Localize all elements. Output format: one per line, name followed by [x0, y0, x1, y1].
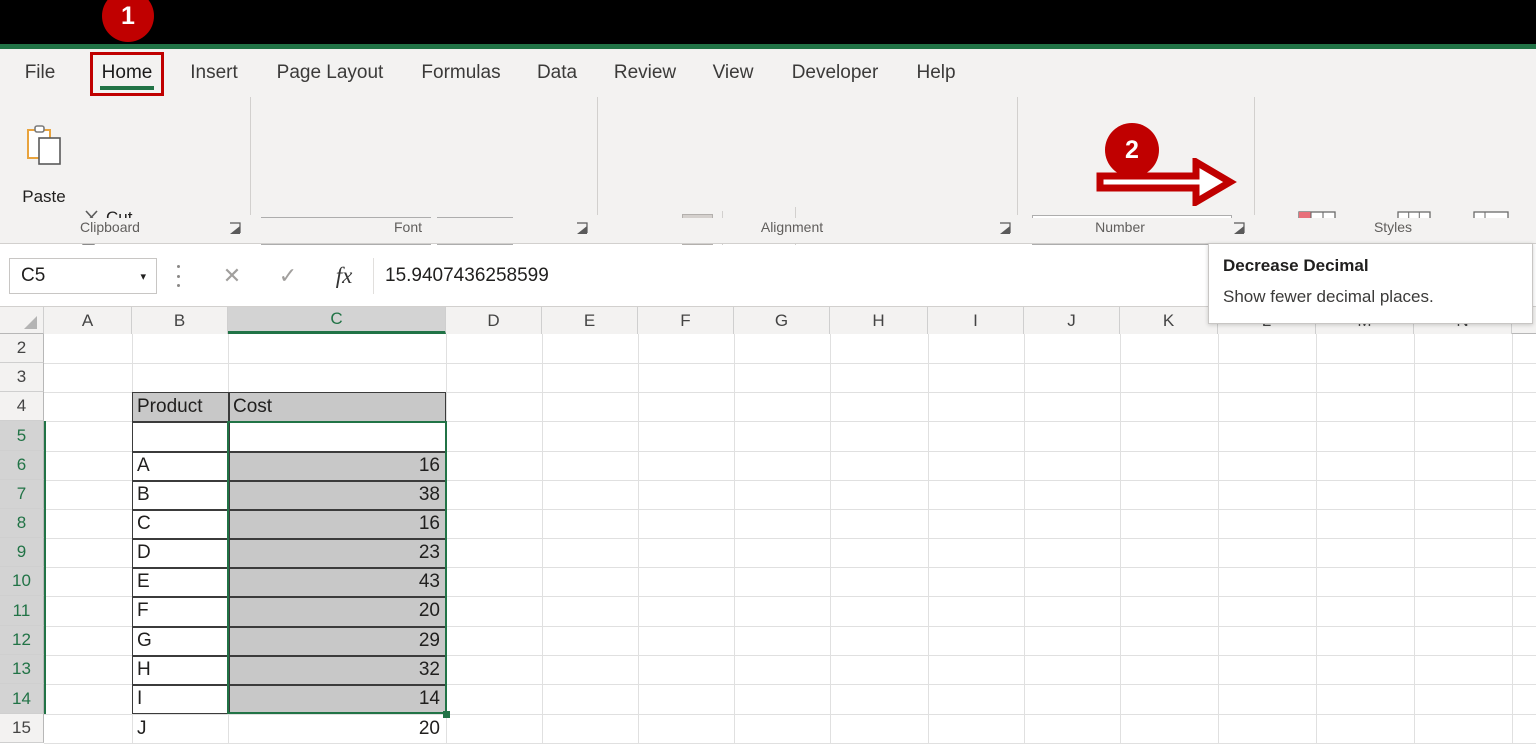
row-header-11[interactable]: 11	[0, 596, 44, 626]
ribbon-tab-review[interactable]: Review	[604, 49, 686, 97]
fill-handle[interactable]	[443, 711, 450, 718]
ribbon-tab-label: Developer	[791, 62, 879, 83]
annotation-badge-2: 2	[1105, 123, 1159, 177]
annotation-badge-2-text: 2	[1125, 135, 1139, 164]
row-header-9[interactable]: 9	[0, 538, 44, 567]
ribbon-group-label-font: Font	[393, 219, 422, 235]
ribbon-tab-formulas[interactable]: Formulas	[412, 49, 510, 97]
ribbon-tab-data[interactable]: Data	[528, 49, 586, 97]
cell-C15[interactable]: 20	[228, 714, 446, 743]
dialog-launcher-clipboard[interactable]	[228, 222, 242, 236]
dialog-launcher-font[interactable]	[575, 222, 589, 236]
enter-button[interactable]: ✓	[260, 263, 316, 289]
table-inner-horizontal-border	[132, 421, 446, 423]
worksheet-grid[interactable]: ABCDEFGHIJKLMN 23456789101112131415 Prod…	[0, 307, 1536, 744]
tooltip-description: Show fewer decimal places.	[1223, 287, 1434, 306]
ribbon-tab-label: File	[24, 62, 56, 83]
ribbon-tab-insert[interactable]: Insert	[182, 49, 246, 97]
paste-text: Paste	[22, 187, 66, 206]
table-inner-horizontal-border	[132, 567, 446, 569]
table-outer-border	[132, 392, 446, 714]
table-inner-horizontal-border	[132, 626, 446, 628]
formula-value: 15.9407436258599	[385, 265, 549, 286]
ribbon-tab-label: Review	[613, 62, 677, 83]
ribbon-tab-label: View	[712, 62, 754, 83]
paste-icon	[27, 125, 61, 165]
selected-rows-edge	[44, 421, 46, 714]
chevron-down-icon[interactable]: ▾	[140, 270, 156, 283]
dialog-launcher-alignment[interactable]	[998, 222, 1012, 236]
table-inner-horizontal-border	[132, 655, 446, 657]
table-inner-horizontal-border	[132, 480, 446, 482]
ribbon-group-label-clipboard: Clipboard	[80, 219, 140, 235]
excel-window: File Home Insert Page Layout Formulas Data Rev…	[0, 0, 1536, 744]
column-header-H[interactable]: H	[830, 307, 928, 334]
name-box-value: C5	[21, 265, 46, 286]
column-header-F[interactable]: F	[638, 307, 734, 334]
row-header-10[interactable]: 10	[0, 567, 44, 596]
annotation-badge-1-text: 1	[121, 1, 135, 30]
ribbon-tab-view[interactable]: View	[704, 49, 762, 97]
ribbon-tab-page-layout[interactable]: Page Layout	[264, 49, 396, 97]
ribbon-tab-label: Formulas	[421, 62, 501, 83]
ribbon-tab-label: Insert	[190, 62, 238, 83]
ribbon-group-label-alignment: Alignment	[760, 219, 824, 235]
row-header-13[interactable]: 13	[0, 655, 44, 684]
column-header-G[interactable]: G	[734, 307, 830, 334]
ribbon-content: Paste ⌄ Cut Copy ⌄	[0, 97, 1536, 299]
name-box[interactable]: C5 ▾	[9, 258, 157, 294]
ribbon-tab-file[interactable]: File	[16, 49, 64, 97]
column-header-I[interactable]: I	[928, 307, 1024, 334]
row-header-14[interactable]: 14	[0, 684, 44, 714]
column-header-E[interactable]: E	[542, 307, 638, 334]
row-header-8[interactable]: 8	[0, 509, 44, 538]
ribbon-group-label-number: Number	[1095, 219, 1145, 235]
row-header-2[interactable]: 2	[0, 334, 44, 363]
column-header-J[interactable]: J	[1024, 307, 1120, 334]
row-header-3[interactable]: 3	[0, 363, 44, 392]
table-inner-vertical-border	[228, 392, 230, 714]
dialog-launcher-number[interactable]	[1232, 222, 1246, 236]
ribbon-tab-developer[interactable]: Developer	[778, 49, 892, 97]
formula-bar-separator	[176, 265, 180, 287]
cell-B15[interactable]: J	[132, 714, 228, 743]
paste-button[interactable]	[18, 105, 70, 185]
paste-label: Paste	[18, 187, 70, 207]
tooltip-title: Decrease Decimal	[1223, 256, 1369, 275]
table-inner-horizontal-border	[132, 451, 446, 453]
ribbon-tab-label: Page Layout	[276, 62, 384, 83]
column-header-B[interactable]: B	[132, 307, 228, 334]
table-inner-horizontal-border	[132, 538, 446, 540]
column-header-K[interactable]: K	[1120, 307, 1218, 334]
column-header-D[interactable]: D	[446, 307, 542, 334]
ribbon-tab-label: Data	[536, 62, 578, 83]
select-all-corner[interactable]	[0, 307, 44, 334]
column-header-A[interactable]: A	[44, 307, 132, 334]
ribbon-tab-help[interactable]: Help	[908, 49, 964, 97]
ribbon-group-label-styles: Styles	[1373, 219, 1413, 235]
table-inner-horizontal-border	[132, 509, 446, 511]
row-header-6[interactable]: 6	[0, 451, 44, 480]
fx-icon: fx	[335, 263, 353, 288]
row-header-4[interactable]: 4	[0, 392, 44, 421]
row-header-12[interactable]: 12	[0, 626, 44, 655]
insert-function-button[interactable]: fx	[316, 263, 372, 289]
formula-action-buttons: ✕ ✓ fx	[204, 258, 374, 294]
table-inner-horizontal-border	[132, 596, 446, 598]
ribbon-tab-strip: File Home Insert Page Layout Formulas Data Rev…	[0, 49, 1536, 97]
ribbon-group-labels: Clipboard Font Alignment Number Styles	[0, 218, 1536, 244]
row-header-7[interactable]: 7	[0, 480, 44, 509]
cancel-button[interactable]: ✕	[204, 263, 260, 289]
ribbon-tab-label: Help	[916, 62, 956, 83]
row-header-5[interactable]: 5	[0, 421, 44, 451]
home-tab-highlight-box	[90, 52, 164, 96]
title-bar	[0, 0, 1536, 44]
decrease-decimal-tooltip: Decrease Decimal Show fewer decimal plac…	[1208, 243, 1533, 324]
table-inner-horizontal-border	[132, 684, 446, 686]
row-header-15[interactable]: 15	[0, 714, 44, 743]
column-header-C[interactable]: C	[228, 307, 446, 334]
